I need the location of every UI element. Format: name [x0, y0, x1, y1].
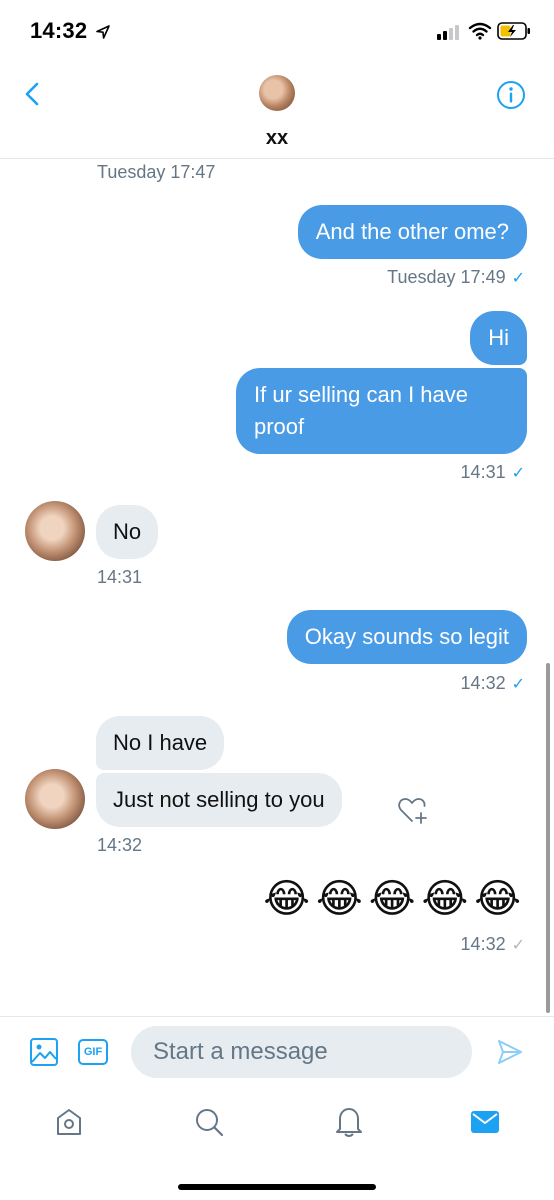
- sender-avatar[interactable]: [25, 769, 85, 829]
- status-time: 14:32: [30, 18, 88, 43]
- gif-icon[interactable]: GIF: [78, 1039, 108, 1065]
- message-input-container[interactable]: [131, 1026, 472, 1078]
- outgoing-emoji-message[interactable]: 😂😂😂😂😂: [263, 875, 527, 923]
- read-check-icon: ✓: [511, 676, 525, 693]
- outgoing-message[interactable]: Okay sounds so legit: [286, 610, 527, 664]
- timestamp-text: 14:31: [460, 462, 506, 482]
- timestamp-text: 14:32: [460, 934, 506, 954]
- sender-avatar[interactable]: [25, 501, 85, 561]
- timestamp-text: 14:32: [460, 673, 506, 693]
- message-timestamp: 14:31 ✓: [461, 462, 525, 483]
- read-check-icon: ✓: [511, 270, 525, 287]
- location-arrow-icon: [96, 25, 110, 39]
- message-timestamp: 14:32 ✓: [461, 673, 525, 694]
- timestamp: 14:32: [97, 835, 143, 855]
- message-input[interactable]: [131, 1026, 472, 1078]
- timestamp: Tuesday 17:47: [97, 162, 216, 182]
- heart-plus-icon[interactable]: [397, 797, 429, 825]
- image-icon[interactable]: [29, 1037, 59, 1067]
- timestamp-text: Tuesday 17:49: [387, 267, 506, 287]
- timestamp: 14:31: [97, 567, 143, 587]
- scrollbar[interactable]: [546, 663, 550, 1013]
- signal-icon: [437, 24, 459, 40]
- message-timestamp: 14:32 ✓: [461, 934, 525, 955]
- back-chevron-icon[interactable]: [22, 80, 42, 108]
- home-icon[interactable]: [54, 1106, 84, 1138]
- outgoing-message[interactable]: Hi: [470, 311, 527, 365]
- mail-icon[interactable]: [470, 1109, 500, 1135]
- composer-divider: [0, 1016, 554, 1017]
- header-divider: [0, 158, 554, 159]
- battery-charging-icon: [497, 22, 530, 40]
- send-icon[interactable]: [496, 1038, 524, 1066]
- incoming-message[interactable]: No: [96, 505, 159, 559]
- incoming-message[interactable]: No I have: [96, 716, 225, 770]
- bell-icon[interactable]: [334, 1105, 364, 1139]
- read-check-icon: ✓: [511, 465, 525, 482]
- outgoing-message[interactable]: If ur selling can I have proof: [236, 368, 527, 454]
- read-check-icon: ✓: [511, 937, 525, 954]
- header-avatar[interactable]: [259, 75, 295, 111]
- outgoing-message[interactable]: And the other ome?: [297, 205, 527, 259]
- info-icon[interactable]: [496, 80, 526, 110]
- incoming-message[interactable]: Just not selling to you: [96, 773, 342, 827]
- search-icon[interactable]: [194, 1107, 224, 1137]
- wifi-icon: [468, 22, 492, 40]
- home-indicator: [178, 1184, 376, 1190]
- message-timestamp: Tuesday 17:49 ✓: [387, 267, 525, 288]
- conversation-name: xx: [265, 127, 289, 149]
